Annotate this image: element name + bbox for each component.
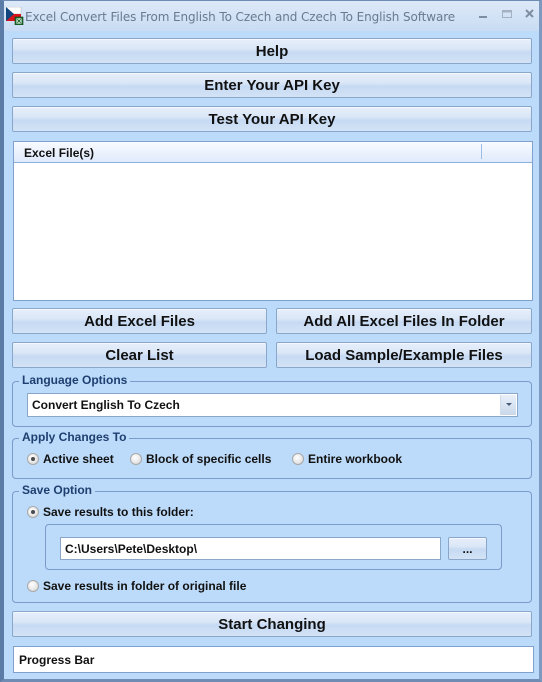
radio-entire-workbook[interactable]: Entire workbook bbox=[292, 452, 402, 466]
progress-bar: Progress Bar bbox=[13, 646, 534, 673]
radio-label: Block of specific cells bbox=[146, 452, 272, 466]
load-sample-files-button[interactable]: Load Sample/Example Files bbox=[276, 342, 532, 368]
help-button[interactable]: Help bbox=[12, 38, 532, 64]
radio-button[interactable] bbox=[130, 453, 142, 465]
column-header-excel-files[interactable]: Excel File(s) bbox=[24, 146, 94, 160]
language-select[interactable]: Convert English To Czech bbox=[27, 393, 518, 417]
apply-changes-legend: Apply Changes To bbox=[19, 430, 130, 444]
radio-block-of-cells[interactable]: Block of specific cells bbox=[130, 452, 271, 466]
radio-active-sheet[interactable]: Active sheet bbox=[27, 452, 114, 466]
radio-button-checked[interactable] bbox=[27, 453, 39, 465]
save-option-legend: Save Option bbox=[19, 483, 96, 497]
czech-flag-excel-icon bbox=[6, 7, 24, 25]
radio-button[interactable] bbox=[27, 580, 39, 592]
radio-save-to-folder[interactable]: Save results to this folder: bbox=[27, 505, 194, 519]
window-title: Excel Convert Files From English To Czec… bbox=[25, 10, 456, 24]
add-excel-files-button[interactable]: Add Excel Files bbox=[12, 308, 267, 334]
clear-list-button[interactable]: Clear List bbox=[12, 342, 267, 368]
radio-label: Save results to this folder: bbox=[43, 505, 194, 519]
test-api-key-button[interactable]: Test Your API Key bbox=[12, 106, 532, 132]
radio-save-in-original-folder[interactable]: Save results in folder of original file bbox=[27, 579, 246, 593]
language-select-value: Convert English To Czech bbox=[32, 398, 180, 412]
excel-file-list[interactable]: Excel File(s) bbox=[13, 141, 533, 301]
radio-label: Save results in folder of original file bbox=[43, 579, 247, 593]
column-header-empty bbox=[482, 142, 532, 162]
enter-api-key-button[interactable]: Enter Your API Key bbox=[12, 72, 532, 98]
add-folder-button[interactable]: Add All Excel Files In Folder bbox=[276, 308, 532, 334]
file-list-header: Excel File(s) bbox=[14, 142, 532, 163]
radio-button[interactable] bbox=[292, 453, 304, 465]
title-bar[interactable]: Excel Convert Files From English To Czec… bbox=[4, 1, 539, 31]
app-window: Excel Convert Files From English To Czec… bbox=[0, 0, 542, 682]
output-folder-input[interactable] bbox=[60, 537, 441, 560]
minimize-icon[interactable] bbox=[474, 7, 492, 21]
browse-folder-button[interactable]: ... bbox=[448, 537, 487, 560]
progress-bar-label: Progress Bar bbox=[19, 653, 95, 667]
radio-label: Entire workbook bbox=[308, 452, 403, 466]
start-changing-button[interactable]: Start Changing bbox=[12, 611, 532, 637]
chevron-down-icon[interactable] bbox=[500, 395, 516, 415]
close-icon[interactable] bbox=[521, 7, 539, 21]
radio-button-checked[interactable] bbox=[27, 506, 39, 518]
maximize-icon[interactable] bbox=[498, 7, 516, 21]
radio-label: Active sheet bbox=[43, 452, 114, 466]
language-options-legend: Language Options bbox=[19, 373, 131, 387]
